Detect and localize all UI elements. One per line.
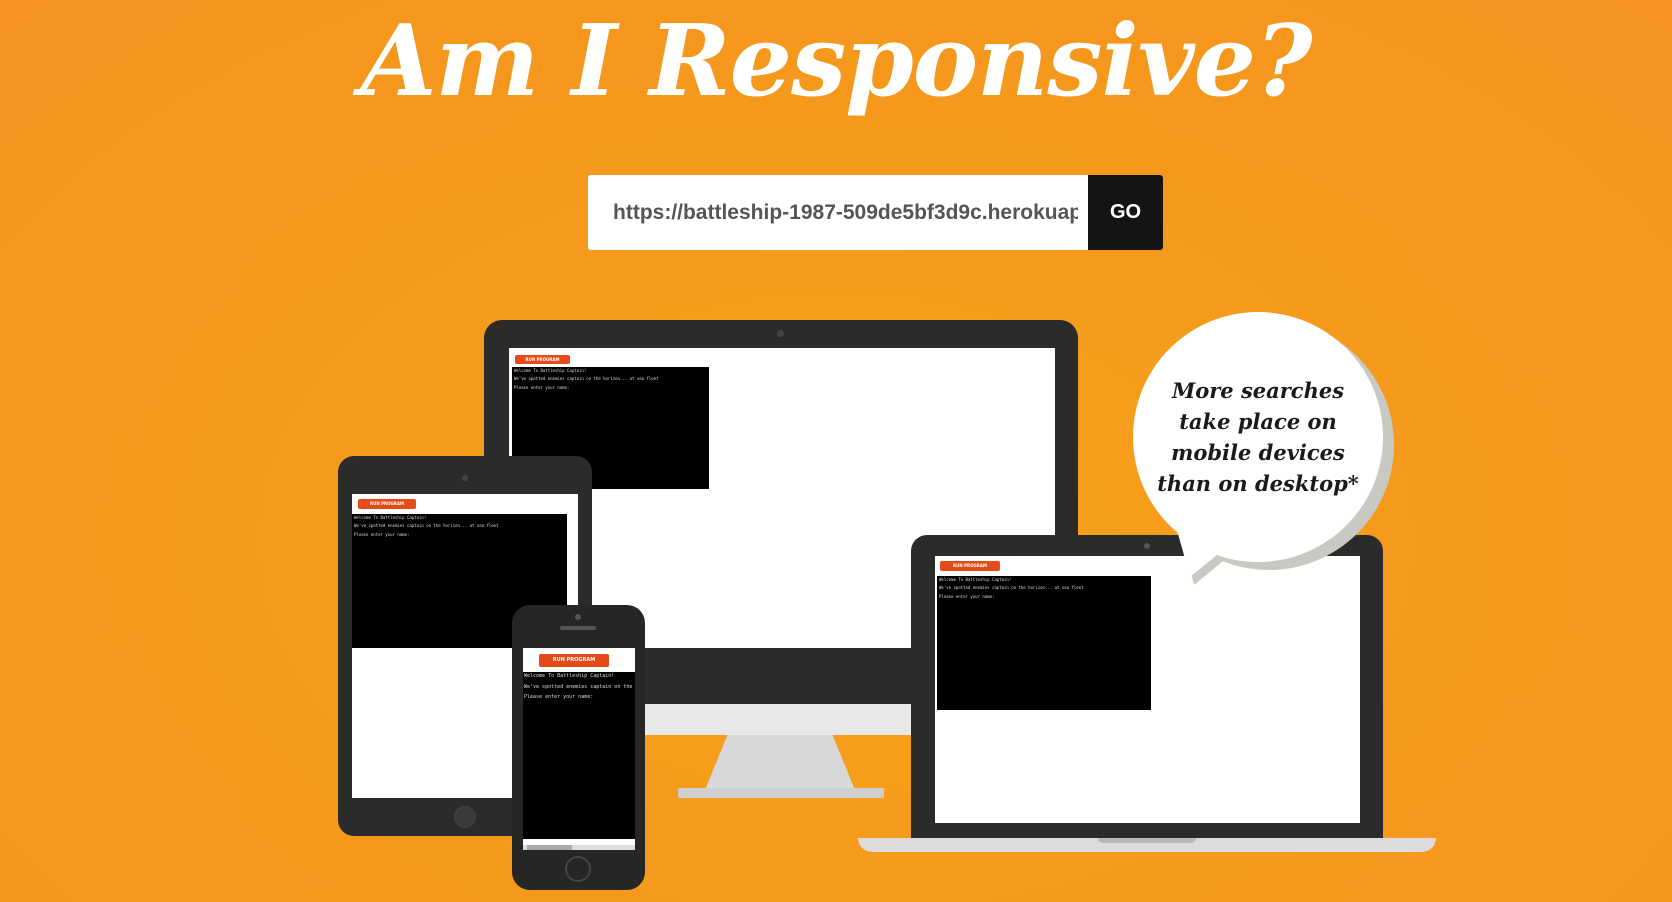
page-title: Am I Responsive?: [360, 4, 1312, 119]
bubble-text: More searches take place on mobile devic…: [1157, 378, 1359, 496]
run-program-button[interactable]: RUN PROGRAM: [358, 499, 416, 509]
monitor-base: [678, 788, 884, 798]
terminal-line: We've spotted enemies captain on the hor…: [524, 683, 635, 690]
url-search-bar: GO: [588, 175, 1163, 250]
run-program-button[interactable]: RUN PROGRAM: [539, 654, 609, 667]
speaker-icon: [560, 626, 596, 630]
monitor-stand: [705, 735, 855, 790]
terminal: Welcome To Battleship Captain! We've spo…: [937, 576, 1151, 710]
run-program-button[interactable]: RUN PROGRAM: [515, 355, 570, 364]
camera-dot: [462, 475, 468, 481]
scrollbar[interactable]: [523, 845, 635, 850]
run-program-button[interactable]: RUN PROGRAM: [940, 561, 1000, 571]
phone-screen[interactable]: RUN PROGRAM Welcome To Battleship Captai…: [523, 648, 635, 848]
laptop-screen[interactable]: RUN PROGRAM Welcome To Battleship Captai…: [935, 556, 1360, 823]
camera-dot: [575, 614, 581, 620]
speech-bubble: More searches take place on mobile devic…: [1133, 312, 1383, 562]
terminal-line: Please enter your name:: [939, 593, 995, 599]
terminal-line: Please enter your name:: [514, 384, 570, 390]
laptop-notch: [1098, 838, 1196, 843]
camera-dot: [1144, 543, 1150, 549]
laptop-device: RUN PROGRAM Welcome To Battleship Captai…: [911, 535, 1383, 845]
terminal-line: Please enter your name:: [524, 694, 594, 700]
home-button-icon: [565, 856, 591, 882]
camera-dot: [777, 330, 784, 337]
url-input[interactable]: [588, 175, 1088, 250]
terminal-line: Please enter your name:: [354, 531, 410, 537]
terminal: Welcome To Battleship Captain! We've spo…: [523, 672, 635, 839]
go-button[interactable]: GO: [1088, 175, 1163, 250]
home-button-icon: [454, 806, 476, 828]
